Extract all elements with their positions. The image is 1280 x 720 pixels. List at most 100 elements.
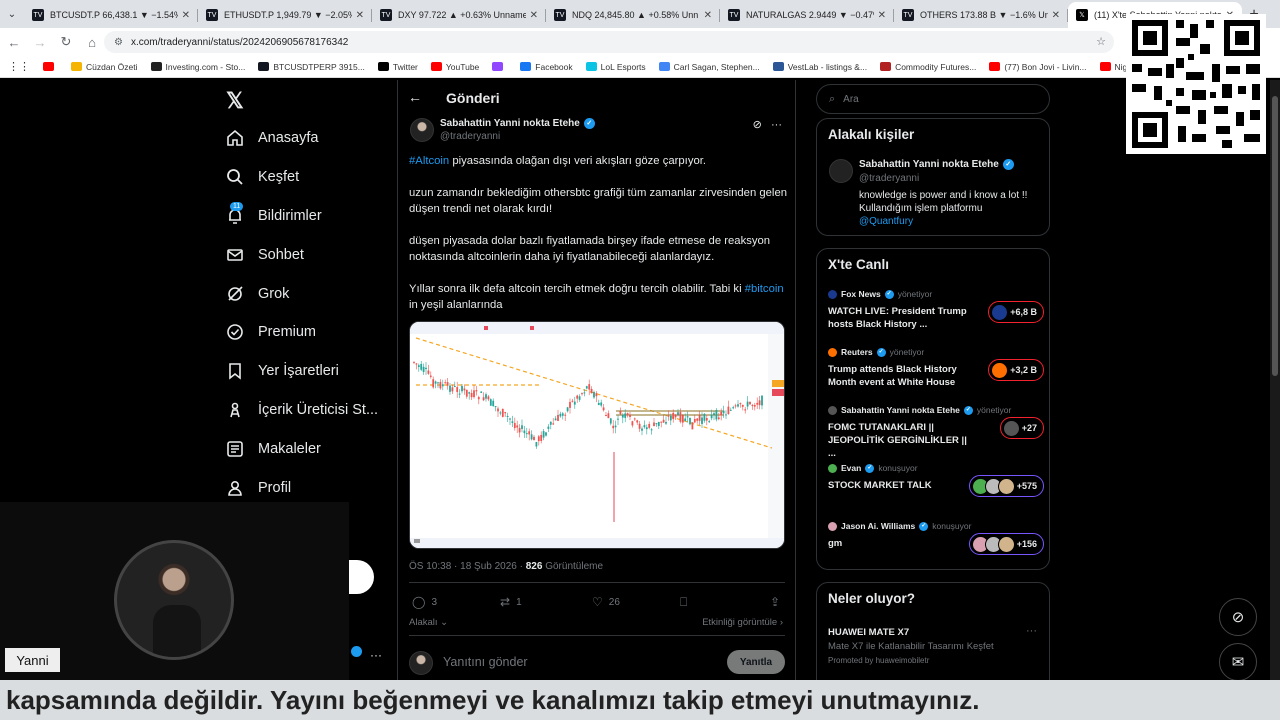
sort-replies-dropdown[interactable]: Alakalı ⌄ — [409, 617, 448, 628]
bookmark-star-icon[interactable]: ☆ — [1096, 35, 1106, 48]
listener-count-pill[interactable]: +575 — [968, 475, 1044, 497]
webcam-name-label: Yanni — [5, 648, 60, 672]
bookmark-item[interactable]: (77) Bon Jovi - Livin... — [989, 62, 1087, 72]
listener-count-pill[interactable]: +156 — [968, 533, 1044, 555]
more-icon[interactable]: ··· — [370, 648, 382, 662]
tradingview-favicon-icon: TV — [554, 9, 566, 21]
live-space-item[interactable]: Fox News ✓ yönetiyor WATCH LIVE: President … — [828, 289, 1044, 337]
x-logo[interactable]: 𝕏 — [226, 88, 244, 114]
tab-search-icon[interactable]: ⌄ — [0, 0, 24, 28]
post-time[interactable]: ÖS 10:38 · 18 Şub 2026 · — [409, 561, 526, 572]
search-input[interactable]: ⌕ Ara — [816, 84, 1050, 114]
bookmark-favicon-icon — [430, 62, 442, 71]
live-space-item[interactable]: Reuters ✓ yönetiyor Trump attends Black His… — [828, 347, 1044, 395]
author-handle[interactable]: @traderyanni — [440, 131, 500, 142]
bookmark-button[interactable]: ⎕ — [680, 595, 693, 610]
close-icon[interactable]: ✕ — [530, 10, 538, 21]
bookmark-item[interactable]: Investing.com - Sto... — [150, 62, 245, 72]
live-host-name: Fox News — [841, 289, 881, 299]
nav-item-i-erik-reticisi-st-[interactable]: İçerik Üreticisi St... — [226, 391, 378, 430]
back-arrow-icon[interactable]: ← — [408, 89, 422, 105]
candle-body — [643, 425, 646, 428]
browser-tab[interactable]: TV OTHERS 173.88 B ▼ −1.6% Unn ✕ — [894, 2, 1068, 28]
avatar — [991, 303, 1009, 321]
bookmark-item[interactable]: LoL Esports — [585, 62, 646, 72]
close-icon[interactable]: ✕ — [182, 10, 190, 21]
live-space-item[interactable]: Jason Ai. Williams ✓ konuşuyor gm +156 — [828, 521, 1044, 569]
nav-item-anasayfa[interactable]: Anasayfa — [226, 119, 378, 158]
related-link[interactable]: @Quantfury — [859, 216, 913, 227]
related-name[interactable]: Sabahattin Yanni nokta Etehe ✓ — [859, 159, 1014, 170]
grok-icon[interactable]: ⊘ — [753, 119, 762, 131]
listener-count-pill[interactable]: +27 — [999, 417, 1044, 439]
browser-tab[interactable]: TV NATURALGAS 2.9449 ▼ −0.47% ✕ — [720, 2, 894, 28]
apps-icon[interactable]: ⋮⋮ — [8, 60, 30, 73]
post-button-partial[interactable] — [349, 560, 374, 594]
bookmark-item[interactable] — [492, 62, 507, 71]
more-icon[interactable]: ··· — [1026, 625, 1037, 637]
hashtag-bitcoin[interactable]: #bitcoin — [745, 283, 784, 295]
bookmark-item[interactable] — [43, 62, 58, 71]
related-handle[interactable]: @traderyanni — [859, 173, 919, 184]
bookmark-item[interactable]: BTCUSDTPERP 3915... — [258, 62, 365, 72]
nav-item-grok[interactable]: Grok — [226, 274, 378, 313]
like-button[interactable]: ♡ 26 — [592, 595, 620, 609]
candle-body — [761, 395, 763, 406]
live-space-item[interactable]: Evan ✓ konuşuyor STOCK MARKET TALK +575 — [828, 463, 1044, 511]
messages-button[interactable]: ✉ — [1219, 643, 1257, 681]
candle-body — [674, 414, 677, 418]
close-icon[interactable]: ✕ — [1052, 10, 1060, 21]
bookmark-item[interactable]: Facebook — [520, 62, 573, 72]
bookmark-item[interactable]: Cüzdan Özeti — [71, 62, 138, 72]
scrollbar-thumb[interactable] — [1272, 96, 1278, 376]
repost-button[interactable]: ⇄ 1 — [500, 595, 522, 609]
grok-button[interactable]: ⊘ — [1219, 598, 1257, 636]
browser-tab[interactable]: TV ETHUSDT.P 1,949.79 ▼ −2.05% ✕ — [198, 2, 372, 28]
scrollbar[interactable] — [1270, 80, 1280, 680]
trends-card: Neler oluyor? HUAWEI MATE X7 Mate X7 ile… — [816, 582, 1050, 692]
more-icon[interactable]: ··· — [771, 119, 782, 131]
candle-body — [518, 427, 521, 433]
nav-item-ke-fet[interactable]: Keşfet — [226, 158, 378, 197]
author-name[interactable]: Sabahattin Yanni nokta Etehe ✓ — [440, 118, 595, 129]
hashtag-altcoin[interactable]: #Altcoin — [409, 155, 449, 167]
bookmark-item[interactable]: VestLab - listings &... — [772, 62, 867, 72]
reply-input[interactable]: Yanıtını gönder — [443, 655, 528, 669]
live-space-item[interactable]: Sabahattin Yanni nokta Etehe ✓ yönetiyor FO… — [828, 405, 1044, 459]
post-header: ← Gönderi — [398, 80, 795, 116]
reply-submit-button[interactable]: Yanıtla — [727, 650, 785, 674]
avatar[interactable] — [829, 159, 853, 183]
close-icon[interactable]: ✕ — [356, 10, 364, 21]
related-name-text: Sabahattin Yanni nokta Etehe — [859, 159, 999, 170]
back-icon[interactable]: ← — [2, 30, 26, 54]
listener-count-pill[interactable]: +3,2 B — [988, 359, 1044, 381]
close-icon[interactable]: ✕ — [704, 10, 712, 21]
bookmark-item[interactable]: Commodity Futures... — [880, 62, 976, 72]
reply-button[interactable]: ◯ 3 — [412, 595, 437, 609]
chart-image[interactable] — [409, 321, 785, 549]
bookmark-item[interactable]: Twitter — [377, 62, 418, 72]
listener-count-pill[interactable]: +6,8 B — [988, 301, 1044, 323]
reload-icon[interactable]: ↻ — [54, 30, 78, 54]
site-info-icon[interactable]: ⚙ — [114, 37, 123, 48]
bookmark-label: Commodity Futures... — [895, 61, 977, 72]
bookmark-item[interactable]: YouTube — [430, 62, 479, 72]
nav-item-premium[interactable]: Premium — [226, 313, 378, 352]
close-icon[interactable]: ✕ — [878, 10, 886, 21]
forward-icon[interactable]: → — [28, 30, 52, 54]
view-activity-link[interactable]: Etkinliği görüntüle › — [702, 617, 783, 628]
browser-tab[interactable]: TV DXY 97.722 ▲ +0.63% Unname ✕ — [372, 2, 546, 28]
nav-item-bildirimler[interactable]: 11 Bildirimler — [226, 197, 378, 236]
bookmark-item[interactable]: Carl Sagan, Stephen... — [658, 62, 760, 72]
trend-name[interactable]: HUAWEI MATE X7 — [828, 627, 909, 638]
nav-item-makaleler[interactable]: Makaleler — [226, 429, 378, 468]
url-field[interactable]: ⚙ x.com/traderyanni/status/2024206905678… — [104, 31, 1114, 53]
browser-tab[interactable]: TV BTCUSDT.P 66,438.1 ▼ −1.54% ✕ — [24, 2, 198, 28]
chevron-down-icon: ⌄ — [440, 617, 449, 628]
nav-item-sohbet[interactable]: Sohbet — [226, 235, 378, 274]
nav-item-yer-i-aretleri[interactable]: Yer İşaretleri — [226, 352, 378, 391]
avatar[interactable] — [410, 118, 434, 142]
share-button[interactable]: ⇪ — [770, 595, 786, 609]
home-icon[interactable]: ⌂ — [80, 30, 104, 54]
browser-tab[interactable]: TV NDQ 24,845.80 ▲ +0.58% Unn ✕ — [546, 2, 720, 28]
